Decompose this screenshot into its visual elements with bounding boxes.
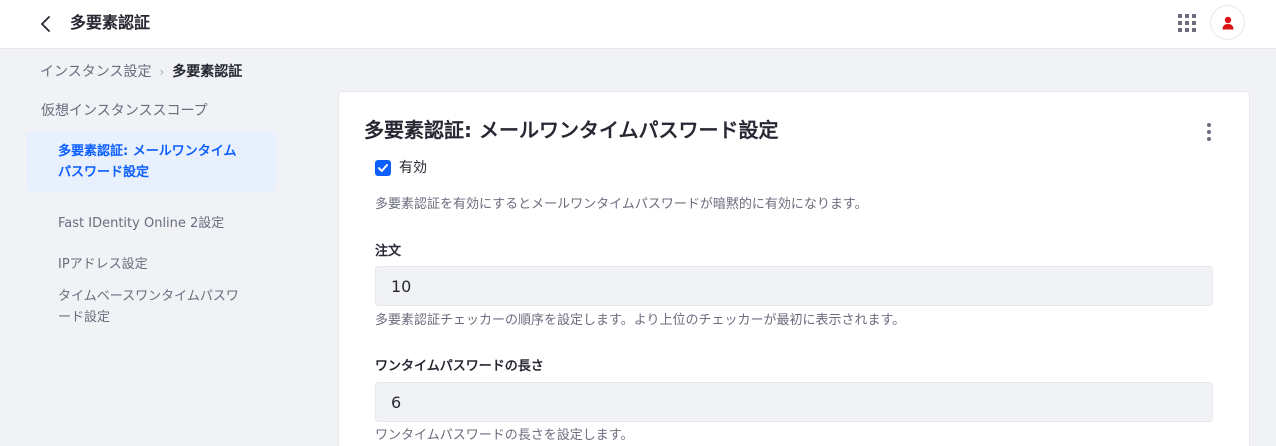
breadcrumb-link-instance-settings[interactable]: インスタンス設定 (40, 62, 151, 82)
otp-length-help-text: ワンタイムパスワードの長さを設定します。 (375, 428, 634, 443)
checkmark-icon (378, 164, 388, 172)
sidebar-heading: 仮想インスタンススコープ (41, 103, 208, 119)
breadcrumb: インスタンス設定 › 多要素認証 (40, 62, 242, 82)
breadcrumb-current: 多要素認証 (172, 64, 243, 80)
breadcrumb-separator: › (159, 65, 165, 79)
enabled-label: 有効 (399, 160, 427, 176)
order-label: 注文 (375, 244, 402, 259)
options-menu-button[interactable] (1197, 120, 1221, 144)
apps-grid-icon (1178, 14, 1182, 18)
enabled-checkbox-row: 有効 (375, 158, 427, 178)
otp-length-label: ワンタイムパスワードの長さ (375, 359, 544, 374)
sidebar-item-email-otp[interactable]: 多要素認証: メールワンタイムパスワード設定 (26, 132, 276, 192)
settings-panel: 多要素認証: メールワンタイムパスワード設定 有効 多要素認証を有効にするとメー… (338, 91, 1250, 446)
enabled-help-text: 多要素認証を有効にするとメールワンタイムパスワードが暗黙的に有効になります。 (375, 197, 868, 212)
kebab-icon (1207, 123, 1211, 127)
app-title: 多要素認証 (70, 13, 151, 32)
page-title: 多要素認証: メールワンタイムパスワード設定 (364, 118, 779, 142)
user-icon (1222, 16, 1233, 29)
order-input[interactable] (375, 266, 1213, 306)
order-help-text: 多要素認証チェッカーの順序を設定します。より上位のチェッカーが最初に表示されます… (375, 313, 906, 328)
sidebar-item-fido2[interactable]: Fast IDentity Online 2設定 (26, 204, 276, 243)
enabled-checkbox[interactable] (375, 160, 391, 176)
apps-menu-button[interactable] (1174, 11, 1198, 35)
sidebar-item-timebased-otp[interactable]: タイムベースワンタイムパスワード設定 (26, 277, 276, 337)
top-bar: 多要素認証 (0, 0, 1276, 49)
user-avatar-button[interactable] (1210, 5, 1245, 40)
back-button[interactable] (34, 12, 58, 36)
chevron-left-icon (41, 16, 50, 32)
otp-length-input[interactable] (375, 382, 1213, 422)
